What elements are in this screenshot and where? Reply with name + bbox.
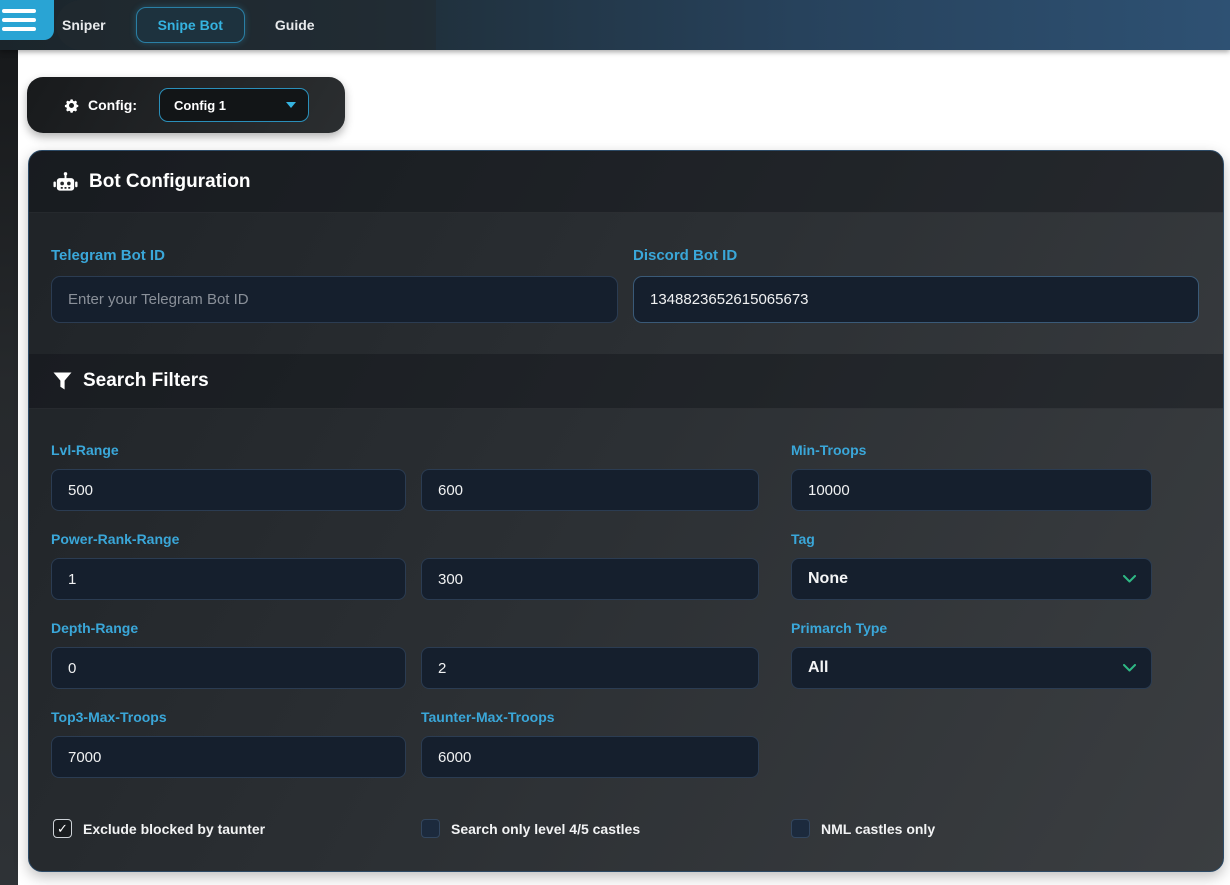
checkbox-nml-castles-only[interactable]: NML castles only: [791, 819, 1152, 838]
caret-down-icon: [286, 102, 296, 108]
lvl-range-min-field: Lvl-Range: [51, 442, 406, 511]
robot-icon: [53, 171, 78, 193]
depth-range-max-input[interactable]: [421, 647, 759, 689]
tab-guide[interactable]: Guide: [271, 8, 319, 42]
lvl-range-min-input[interactable]: [51, 469, 406, 511]
checkbox-exclude-blocked-by-taunter[interactable]: ✓ Exclude blocked by taunter: [51, 819, 421, 838]
tag-select[interactable]: None: [791, 558, 1152, 600]
config-label: Config:: [88, 97, 137, 113]
min-troops-label: Min-Troops: [791, 442, 1152, 459]
depth-range-min-field: Depth-Range: [51, 620, 406, 689]
lvl-range-max-input[interactable]: [421, 469, 759, 511]
tag-selected-value: None: [808, 570, 848, 588]
config-select[interactable]: Config 1: [159, 88, 309, 122]
top-nav: Sniper Snipe Bot Guide: [0, 0, 1230, 50]
lvl-range-max-field: [421, 442, 759, 511]
filter-funnel-icon: [53, 372, 72, 390]
hamburger-menu-button[interactable]: [0, 0, 54, 40]
bot-config-card: Bot Configuration Telegram Bot ID Discor…: [28, 150, 1224, 872]
tag-label: Tag: [791, 531, 1152, 548]
top3-max-troops-field: Top3-Max-Troops: [51, 709, 406, 778]
checkbox-box[interactable]: [421, 819, 440, 838]
discord-bot-id-field: Discord Bot ID: [633, 247, 1199, 323]
taunter-max-troops-label: Taunter-Max-Troops: [421, 709, 759, 726]
power-rank-range-min-input[interactable]: [51, 558, 406, 600]
chevron-down-icon: [1123, 664, 1136, 672]
taunter-max-troops-input[interactable]: [421, 736, 759, 778]
power-rank-range-label: Power-Rank-Range: [51, 531, 406, 548]
power-rank-range-min-field: Power-Rank-Range: [51, 531, 406, 600]
top3-max-troops-input[interactable]: [51, 736, 406, 778]
taunter-max-troops-field: Taunter-Max-Troops: [421, 709, 759, 778]
checkbox-label: Search only level 4/5 castles: [451, 821, 640, 837]
primarch-type-select[interactable]: All: [791, 647, 1152, 689]
search-filters-header: Search Filters: [29, 354, 1223, 409]
bot-id-fields: Telegram Bot ID Discord Bot ID: [29, 213, 1223, 354]
discord-bot-id-label: Discord Bot ID: [633, 247, 1199, 264]
tab-sniper[interactable]: Sniper: [58, 8, 110, 42]
hamburger-bar: [2, 18, 36, 22]
depth-range-min-input[interactable]: [51, 647, 406, 689]
top3-max-troops-label: Top3-Max-Troops: [51, 709, 406, 726]
telegram-bot-id-input[interactable]: [51, 276, 618, 323]
hamburger-bar: [2, 27, 36, 31]
tab-snipe-bot[interactable]: Snipe Bot: [136, 7, 245, 43]
tag-field: Tag None: [791, 531, 1152, 600]
telegram-bot-id-label: Telegram Bot ID: [51, 247, 618, 264]
bot-configuration-header: Bot Configuration: [29, 151, 1223, 213]
checkbox-label: Exclude blocked by taunter: [83, 821, 265, 837]
search-filters-grid: Lvl-Range Min-Troops Power-Rank-Range Ta…: [29, 409, 1223, 778]
depth-range-max-field: [421, 620, 759, 689]
min-troops-field: Min-Troops: [791, 442, 1152, 511]
power-rank-range-max-input[interactable]: [421, 558, 759, 600]
checkbox-search-only-level-4-5-castles[interactable]: Search only level 4/5 castles: [421, 819, 791, 838]
checkbox-box[interactable]: ✓: [53, 819, 72, 838]
chevron-down-icon: [1123, 575, 1136, 583]
search-filters-title: Search Filters: [83, 370, 209, 392]
config-selected-value: Config 1: [174, 98, 226, 113]
primarch-type-label: Primarch Type: [791, 620, 1152, 637]
checkbox-box[interactable]: [791, 819, 810, 838]
nav-tabs: Sniper Snipe Bot Guide: [58, 0, 319, 50]
left-edge-strip: [0, 50, 18, 885]
power-rank-range-max-field: [421, 531, 759, 600]
gear-icon: [63, 97, 80, 114]
telegram-bot-id-field: Telegram Bot ID: [51, 247, 618, 323]
config-bar: Config: Config 1: [27, 77, 345, 133]
filter-checkboxes: ✓ Exclude blocked by taunter Search only…: [29, 819, 1223, 838]
primarch-type-selected-value: All: [808, 659, 828, 677]
min-troops-input[interactable]: [791, 469, 1152, 511]
hamburger-bar: [2, 9, 36, 13]
primarch-type-field: Primarch Type All: [791, 620, 1152, 689]
empty-cell: [791, 709, 1152, 778]
discord-bot-id-input[interactable]: [633, 276, 1199, 323]
depth-range-label: Depth-Range: [51, 620, 406, 637]
bot-configuration-title: Bot Configuration: [89, 171, 250, 193]
checkbox-label: NML castles only: [821, 821, 935, 837]
lvl-range-label: Lvl-Range: [51, 442, 406, 459]
